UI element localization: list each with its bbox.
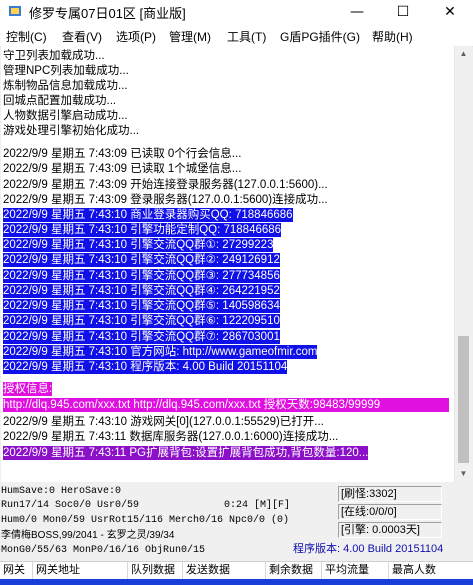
minimize-button[interactable]: — [334, 0, 380, 26]
run-status: Run17/14 Soc0/0 Usr0/59 [1, 500, 140, 511]
scroll-down-arrow-icon[interactable]: ▼ [455, 466, 472, 482]
log-line: 2022/9/9 星期五 7:43:09 登录服务器(127.0.0.1:560… [3, 194, 328, 206]
menu-bar: 控制(C) 查看(V) 选项(P) 管理(M) 工具(T) G盾PG插件(G) … [0, 26, 473, 47]
log-line-highlight: 2022/9/9 星期五 7:43:10 引擎交流QQ群⑦: 286703001 [3, 330, 280, 344]
app-icon [9, 6, 21, 16]
column-header[interactable]: 最高人数 [389, 562, 473, 579]
column-header[interactable]: 队列数据 [128, 562, 183, 579]
menu-view[interactable]: 查看(V) [62, 28, 102, 45]
license-info-label: 授权信息: [3, 382, 53, 396]
online-count-box: [在线:0/0/0] [338, 504, 442, 520]
save-status: HumSave:0 HeroSave:0 [1, 486, 122, 497]
log-line-highlight: 2022/9/9 星期五 7:43:10 官方网站: http://www.ga… [3, 345, 318, 359]
log-line-highlight: 2022/9/9 星期五 7:43:10 引擎交流QQ群⑤: 140598634 [3, 299, 280, 313]
log-line: 2022/9/9 星期五 7:43:09 已读取 0个行会信息... [3, 148, 242, 160]
column-header[interactable]: 剩余数据 [266, 562, 322, 579]
column-header[interactable]: 平均流量 [322, 562, 389, 579]
menu-control[interactable]: 控制(C) [6, 28, 47, 45]
column-header[interactable]: 网关地址 [33, 562, 128, 579]
program-version: 程序版本: 4.00 Build 20151104 [293, 543, 444, 555]
column-header[interactable]: 网关 [0, 562, 33, 579]
log-line: 2022/9/9 星期五 7:43:09 已读取 1个城堡信息... [3, 163, 242, 175]
menu-help[interactable]: 帮助(H) [372, 28, 413, 45]
log-line: 管理NPC列表加载成功... [3, 65, 129, 77]
maximize-button[interactable]: ☐ [380, 0, 426, 26]
log-line-highlight: 2022/9/9 星期五 7:43:10 程序版本: 4.00 Build 20… [3, 360, 288, 374]
title-bar[interactable]: 修罗专属07日01区 [商业版] — ☐ ✕ [0, 0, 473, 26]
runtime-status: 0:24 [M][F] [224, 500, 291, 511]
log-line-highlight: 2022/9/9 星期五 7:43:10 引擎功能定制QQ: 718846686 [3, 223, 282, 237]
log-line: 炼制物品信息加载成功... [3, 80, 128, 92]
license-info-urls: http://dlq.945.com/xxx.txt http://dlq.94… [3, 398, 449, 412]
close-button[interactable]: ✕ [427, 0, 473, 26]
gateway-table-header: 网关 网关地址 队列数据 发送数据 剩余数据 平均流量 最高人数 [0, 561, 473, 580]
scrollbar-thumb[interactable] [458, 336, 469, 463]
window-title: 修罗专属07日01区 [商业版] [29, 6, 186, 21]
log-line-highlight: 2022/9/9 星期五 7:43:10 商业登录器购买QQ: 71884668… [3, 208, 293, 222]
log-line: 守卫列表加载成功... [3, 50, 105, 62]
log-line: 回城点配置加载成功... [3, 95, 117, 107]
log-line: 2022/9/9 星期五 7:43:09 开始连接登录服务器(127.0.0.1… [3, 179, 328, 191]
object-status: Hum0/0 Mon0/59 UsrRot15/116 Merch0/16 Np… [1, 515, 290, 526]
log-panel[interactable]: 守卫列表加载成功... 管理NPC列表加载成功... 炼制物品信息加载成功...… [1, 46, 454, 482]
log-line: 人物数据引擎启动成功... [3, 110, 128, 122]
refresh-monster-box: [刷怪:3302] [338, 486, 442, 502]
table-row[interactable] [0, 579, 473, 585]
log-line: 游戏处理引擎初始化成功... [3, 125, 140, 137]
menu-gshield-plugin[interactable]: G盾PG插件(G) [280, 28, 360, 45]
main-window: 修罗专属07日01区 [商业版] — ☐ ✕ 控制(C) 查看(V) 选项(P)… [0, 0, 473, 585]
log-line-highlight: 2022/9/9 星期五 7:43:10 引擎交流QQ群④: 264221952 [3, 284, 280, 298]
log-line: 2022/9/9 星期五 7:43:11 数据库服务器(127.0.0.1:60… [3, 431, 339, 443]
engine-uptime-box: [引擎: 0.0003天] [338, 522, 442, 538]
boss-status: 李倩梅BOSS,99/2041 - 玄罗之灵/39/34 [1, 530, 175, 541]
log-line-highlight: 2022/9/9 星期五 7:43:10 引擎交流QQ群③: 277734856 [3, 269, 280, 283]
menu-options[interactable]: 选项(P) [116, 28, 156, 45]
menu-manage[interactable]: 管理(M) [169, 28, 211, 45]
log-line-highlight: 2022/9/9 星期五 7:43:10 引擎交流QQ群①: 27299223 [3, 238, 274, 252]
log-scrollbar[interactable]: ▲ ▼ [454, 46, 472, 482]
scroll-up-arrow-icon[interactable]: ▲ [455, 46, 472, 62]
column-header[interactable]: 发送数据 [183, 562, 266, 579]
log-line-highlight: 2022/9/9 星期五 7:43:10 引擎交流QQ群⑥: 122209510 [3, 314, 280, 328]
log-line-highlight: 2022/9/9 星期五 7:43:11 PG扩展背包:设置扩展背包成功,背包数… [3, 446, 369, 460]
monster-status: MonG0/55/63 MonP0/16/16 ObjRun0/15 [1, 545, 206, 556]
menu-tools[interactable]: 工具(T) [227, 28, 266, 45]
log-line-highlight: 2022/9/9 星期五 7:43:10 引擎交流QQ群②: 249126912 [3, 253, 280, 267]
log-line: 2022/9/9 星期五 7:43:10 游戏网关[0](127.0.0.1:5… [3, 416, 324, 428]
